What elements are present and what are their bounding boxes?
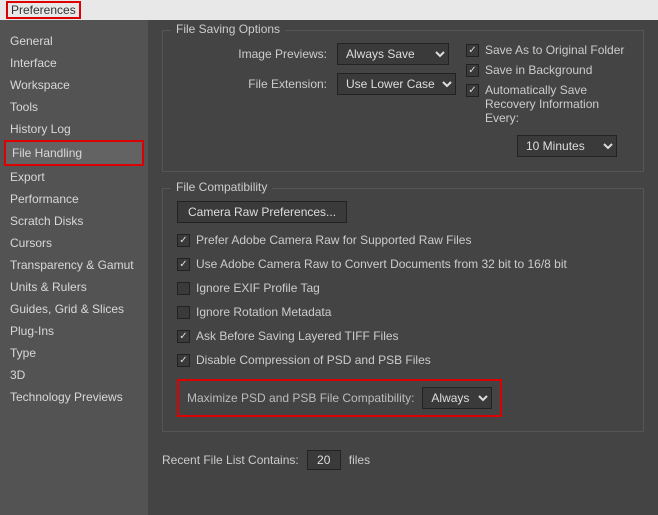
- sidebar-item-units-rulers[interactable]: Units & Rulers: [0, 276, 148, 298]
- label-ask-tiff: Ask Before Saving Layered TIFF Files: [196, 329, 399, 343]
- sidebar-file-handling-highlight: File Handling: [4, 140, 144, 166]
- sidebar-item-transparency-gamut[interactable]: Transparency & Gamut: [0, 254, 148, 276]
- content-panel: File Saving Options Image Previews: Alwa…: [148, 20, 658, 515]
- main-area: General Interface Workspace Tools Histor…: [0, 20, 658, 515]
- sidebar-item-scratch-disks[interactable]: Scratch Disks: [0, 210, 148, 232]
- label-save-original: Save As to Original Folder: [485, 43, 624, 57]
- group-title-file-compatibility: File Compatibility: [171, 180, 272, 194]
- label-recent-files-suffix: files: [349, 453, 370, 467]
- sidebar-item-plug-ins[interactable]: Plug-Ins: [0, 320, 148, 342]
- sidebar-item-history-log[interactable]: History Log: [0, 118, 148, 140]
- input-recent-files[interactable]: [307, 450, 341, 470]
- sidebar-item-cursors[interactable]: Cursors: [0, 232, 148, 254]
- group-file-saving: File Saving Options Image Previews: Alwa…: [162, 30, 644, 172]
- sidebar-item-type[interactable]: Type: [0, 342, 148, 364]
- recent-file-row: Recent File List Contains: files: [162, 450, 644, 470]
- sidebar: General Interface Workspace Tools Histor…: [0, 20, 148, 515]
- group-title-file-saving: File Saving Options: [171, 22, 285, 36]
- label-file-extension: File Extension:: [177, 77, 337, 91]
- label-image-previews: Image Previews:: [177, 47, 337, 61]
- label-save-background: Save in Background: [485, 63, 592, 77]
- sidebar-item-export[interactable]: Export: [0, 166, 148, 188]
- checkbox-ignore-rotation[interactable]: [177, 306, 190, 319]
- checkbox-save-background[interactable]: [466, 64, 479, 77]
- camera-raw-preferences-button[interactable]: Camera Raw Preferences...: [177, 201, 347, 223]
- title-bar: Preferences: [0, 0, 658, 20]
- checkbox-disable-compression[interactable]: [177, 354, 190, 367]
- maximize-compat-highlight: Maximize PSD and PSB File Compatibility:…: [177, 379, 502, 417]
- sidebar-item-tools[interactable]: Tools: [0, 96, 148, 118]
- label-max-compat: Maximize PSD and PSB File Compatibility:: [187, 391, 414, 405]
- label-use-acr-convert: Use Adobe Camera Raw to Convert Document…: [196, 257, 567, 271]
- select-image-previews[interactable]: Always Save: [337, 43, 449, 65]
- label-auto-recovery: Automatically Save Recovery Information …: [485, 83, 629, 125]
- window-title: Preferences: [6, 1, 81, 19]
- label-prefer-acr: Prefer Adobe Camera Raw for Supported Ra…: [196, 233, 471, 247]
- checkbox-use-acr-convert[interactable]: [177, 258, 190, 271]
- label-recent-files: Recent File List Contains:: [162, 453, 299, 467]
- sidebar-item-interface[interactable]: Interface: [0, 52, 148, 74]
- sidebar-item-file-handling[interactable]: File Handling: [6, 142, 142, 164]
- select-file-extension[interactable]: Use Lower Case: [337, 73, 456, 95]
- checkbox-auto-recovery[interactable]: [466, 84, 479, 97]
- sidebar-item-workspace[interactable]: Workspace: [0, 74, 148, 96]
- sidebar-item-technology-previews[interactable]: Technology Previews: [0, 386, 148, 408]
- select-max-compat[interactable]: Always: [422, 387, 492, 409]
- select-recovery-interval[interactable]: 10 Minutes: [517, 135, 617, 157]
- checkbox-ignore-exif[interactable]: [177, 282, 190, 295]
- checkbox-save-original[interactable]: [466, 44, 479, 57]
- label-ignore-rotation: Ignore Rotation Metadata: [196, 305, 331, 319]
- sidebar-item-guides-grid-slices[interactable]: Guides, Grid & Slices: [0, 298, 148, 320]
- label-ignore-exif: Ignore EXIF Profile Tag: [196, 281, 320, 295]
- group-file-compatibility: File Compatibility Camera Raw Preference…: [162, 188, 644, 432]
- sidebar-item-general[interactable]: General: [0, 30, 148, 52]
- checkbox-ask-tiff[interactable]: [177, 330, 190, 343]
- checkbox-prefer-acr[interactable]: [177, 234, 190, 247]
- label-disable-compression: Disable Compression of PSD and PSB Files: [196, 353, 431, 367]
- sidebar-item-3d[interactable]: 3D: [0, 364, 148, 386]
- sidebar-item-performance[interactable]: Performance: [0, 188, 148, 210]
